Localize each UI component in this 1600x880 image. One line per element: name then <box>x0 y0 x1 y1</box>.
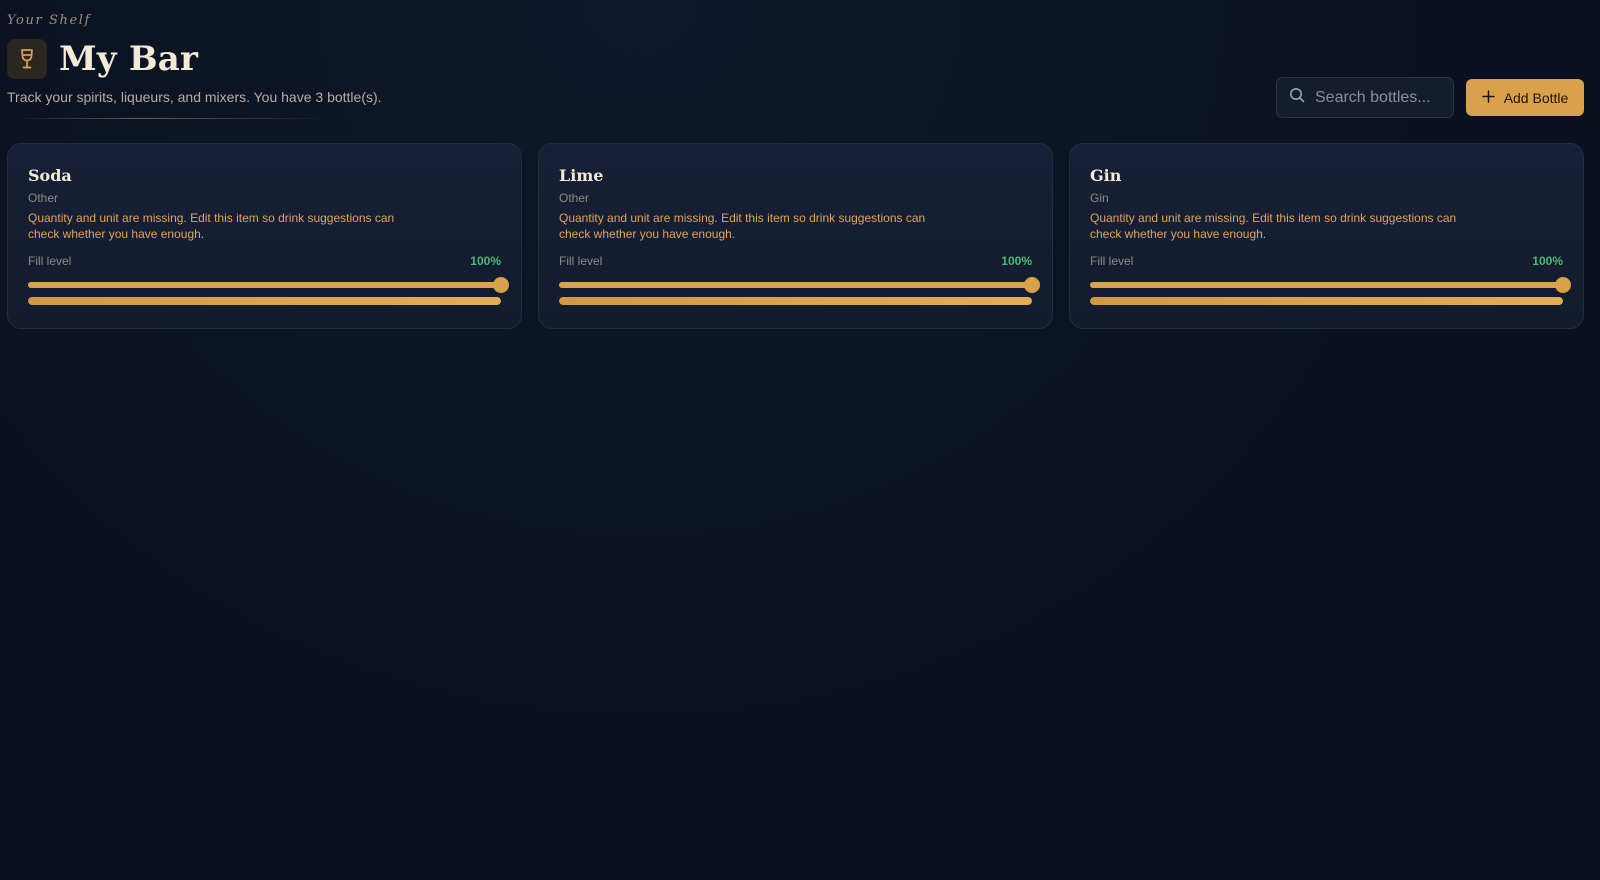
bottle-grid: Soda Other Quantity and unit are missing… <box>7 143 1584 329</box>
bottle-name: Lime <box>559 166 604 185</box>
bottle-card[interactable]: Lime Other Quantity and unit are missing… <box>538 143 1053 329</box>
fill-level-value: 100% <box>1001 254 1032 268</box>
slider-fill <box>28 282 501 288</box>
my-bar-page: Your Shelf My Bar Track your spirits, li… <box>0 0 1600 880</box>
fill-level-label: Fill level <box>1090 254 1134 268</box>
bottle-name: Gin <box>1090 166 1122 185</box>
bottle-card[interactable]: Gin Gin Quantity and unit are missing. E… <box>1069 143 1584 329</box>
header-actions: Add Bottle <box>1276 77 1584 118</box>
add-bottle-button[interactable]: Add Bottle <box>1466 79 1584 116</box>
missing-quantity-warning: Quantity and unit are missing. Edit this… <box>1090 211 1457 241</box>
fill-level-bar-fill <box>1090 297 1563 305</box>
fill-level-bar-fill <box>28 297 501 305</box>
title-row: My Bar <box>7 39 198 79</box>
bottle-category: Other <box>559 191 590 205</box>
search-icon <box>1289 87 1305 108</box>
bottle-category: Gin <box>1090 191 1109 205</box>
wine-glass-icon <box>7 39 47 79</box>
bottle-name: Soda <box>28 166 72 185</box>
fill-level-value: 100% <box>1532 254 1563 268</box>
bottle-card[interactable]: Soda Other Quantity and unit are missing… <box>7 143 522 329</box>
fill-level-row: Fill level 100% <box>28 254 501 268</box>
slider-fill <box>559 282 1032 288</box>
plus-icon <box>1481 89 1495 106</box>
slider-fill <box>1090 282 1563 288</box>
fill-level-value: 100% <box>470 254 501 268</box>
fill-level-label: Fill level <box>28 254 72 268</box>
search-input[interactable] <box>1313 87 1447 108</box>
search-box[interactable] <box>1276 77 1454 118</box>
fill-level-bar <box>1090 297 1563 305</box>
page-subtitle: Track your spirits, liqueurs, and mixers… <box>7 89 382 105</box>
header-divider <box>15 118 327 119</box>
missing-quantity-warning: Quantity and unit are missing. Edit this… <box>559 211 926 241</box>
bottle-category: Other <box>28 191 59 205</box>
page-title: My Bar <box>59 39 199 79</box>
fill-level-row: Fill level 100% <box>559 254 1032 268</box>
fill-level-bar <box>28 297 501 305</box>
fill-level-row: Fill level 100% <box>1090 254 1563 268</box>
page-header: Your Shelf My Bar Track your spirits, li… <box>7 0 1584 140</box>
fill-level-label: Fill level <box>559 254 603 268</box>
missing-quantity-warning: Quantity and unit are missing. Edit this… <box>28 211 395 241</box>
fill-level-slider[interactable] <box>1090 277 1571 293</box>
slider-thumb[interactable] <box>1024 277 1040 293</box>
add-bottle-label: Add Bottle <box>1503 89 1569 106</box>
slider-thumb[interactable] <box>493 277 509 293</box>
fill-level-bar-fill <box>559 297 1032 305</box>
fill-level-slider[interactable] <box>559 277 1040 293</box>
slider-thumb[interactable] <box>1555 277 1571 293</box>
eyebrow-label: Your Shelf <box>7 13 91 28</box>
fill-level-slider[interactable] <box>28 277 509 293</box>
fill-level-bar <box>559 297 1032 305</box>
